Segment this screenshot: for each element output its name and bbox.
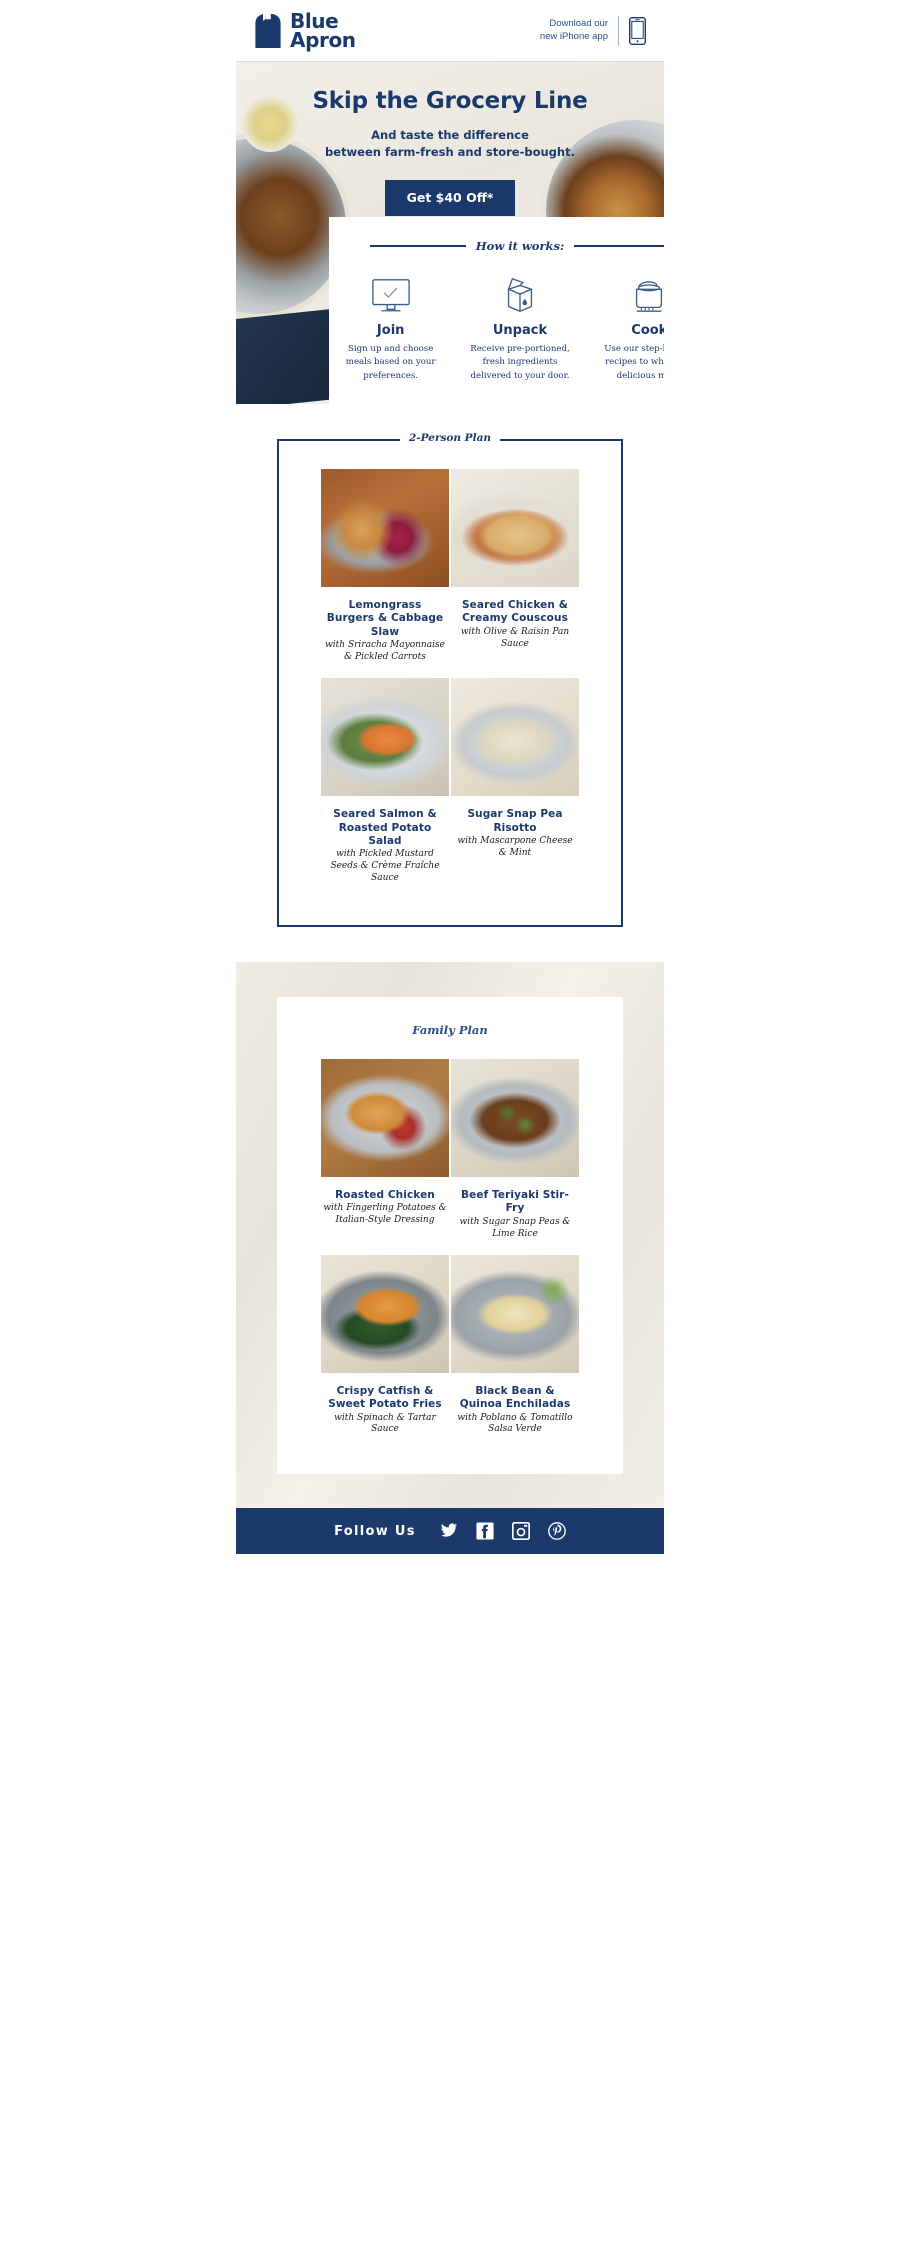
- meal-photo-black-bean-enchiladas[interactable]: [451, 1254, 579, 1373]
- meal-name: Seared Chicken & Creamy Couscous: [462, 599, 568, 625]
- monitor-check-icon: [339, 275, 442, 315]
- meal-name: Sugar Snap Pea Risotto: [467, 808, 563, 834]
- open-box-icon: [468, 275, 571, 315]
- facebook-icon[interactable]: [476, 1522, 494, 1540]
- hero-content: Skip the Grocery Line And taste the diff…: [236, 62, 664, 216]
- download-line-1: Download our: [549, 17, 608, 29]
- meal-photo-seared-chicken-couscous[interactable]: [451, 469, 579, 587]
- meal-description: with Sugar Snap Peas & Lime Rice: [459, 1216, 571, 1239]
- meal-description: with Olive & Raisin Pan Sauce: [460, 626, 570, 649]
- two-person-plan-box: 2-Person Plan Lemongrass Burgers & Cabba…: [277, 432, 623, 927]
- hero-subtitle-line-2: between farm-fresh and store-bought.: [325, 145, 575, 160]
- meal-photo-snap-pea-risotto[interactable]: [451, 678, 579, 797]
- hero-subtitle-line-1: And taste the difference: [371, 128, 529, 142]
- two-person-plan-section: 2-Person Plan Lemongrass Burgers & Cabba…: [236, 432, 664, 927]
- meal-name: Beef Teriyaki Stir-Fry: [461, 1189, 569, 1215]
- how-it-works-heading-row: How it works:: [370, 239, 664, 253]
- family-plan-section: Family Plan Roasted Chicken with Fingerl…: [236, 962, 664, 1509]
- meal-photo-roasted-chicken[interactable]: [321, 1059, 449, 1177]
- email-header: Blue Apron Download our new iPhone app: [236, 0, 664, 62]
- family-plan-card: Family Plan Roasted Chicken with Fingerl…: [277, 997, 623, 1475]
- step-label-cook: Cook: [631, 323, 664, 338]
- meal-description: with Fingerling Potatoes & Italian-Style…: [323, 1203, 447, 1226]
- header-divider: [618, 15, 619, 46]
- family-meal-grid: Roasted Chicken with Fingerling Potatoes…: [277, 1059, 623, 1446]
- meal-description: with Mascarpone Cheese & Mint: [457, 835, 573, 858]
- how-it-works-step-unpack: Unpack Receive pre-portioned, fresh ingr…: [468, 275, 571, 383]
- hero-section: Skip the Grocery Line And taste the diff…: [236, 62, 664, 404]
- instagram-icon[interactable]: [511, 1522, 530, 1541]
- iphone-icon[interactable]: [628, 16, 647, 45]
- step-desc-cook: Use our step-by-step recipes to whip up …: [604, 344, 664, 381]
- how-it-works-steps: Join Sign up and choose meals based on y…: [339, 275, 664, 383]
- meal-card[interactable]: Roasted Chicken with Fingerling Potatoes…: [321, 1059, 449, 1241]
- meal-name: Crispy Catfish & Sweet Potato Fries: [328, 1384, 442, 1411]
- two-person-meal-grid: Lemongrass Burgers & Cabbage Slaw with S…: [279, 469, 621, 895]
- meal-photo-lemongrass-burger[interactable]: [321, 469, 449, 587]
- pinterest-icon[interactable]: [547, 1522, 566, 1541]
- logo-line-2: Apron: [290, 27, 356, 52]
- header-app-promo[interactable]: Download our new iPhone app: [540, 15, 647, 46]
- get-40-off-button[interactable]: Get $40 Off*: [384, 179, 516, 216]
- meal-photo-seared-salmon[interactable]: [321, 678, 449, 797]
- how-it-works-card: How it works: Join Sign up and choose me…: [329, 217, 664, 404]
- meal-description: with Pickled Mustard Seeds & Crème Fraîc…: [330, 849, 440, 884]
- rule-left: [370, 245, 466, 247]
- twitter-icon[interactable]: [440, 1522, 458, 1540]
- step-desc-join: Sign up and choose meals based on your p…: [345, 344, 436, 381]
- step-label-unpack: Unpack: [492, 323, 548, 338]
- meal-card[interactable]: Crispy Catfish & Sweet Potato Fries with…: [321, 1254, 449, 1437]
- meal-description: with Poblano & Tomatillo Salsa Verde: [457, 1412, 573, 1435]
- hero-subtitle: And taste the difference between farm-fr…: [236, 127, 664, 162]
- hero-title: Skip the Grocery Line: [312, 88, 588, 114]
- meal-description: with Sriracha Mayonnaise & Pickled Carro…: [325, 640, 445, 663]
- rule-right: [574, 245, 664, 247]
- family-plan-legend: Family Plan: [412, 1023, 488, 1037]
- meal-card[interactable]: Black Bean & Quinoa Enchiladas with Pobl…: [451, 1254, 579, 1437]
- download-line-2: new iPhone app: [539, 30, 608, 42]
- email-footer: Follow Us: [236, 1508, 664, 1555]
- two-person-plan-legend: 2-Person Plan: [399, 432, 501, 444]
- meal-card[interactable]: Sugar Snap Pea Risotto with Mascarpone C…: [451, 678, 579, 885]
- how-it-works-heading: How it works:: [475, 239, 565, 253]
- download-app-text: Download our new iPhone app: [540, 18, 608, 44]
- step-desc-unpack: Receive pre-portioned, fresh ingredients…: [470, 344, 570, 381]
- meal-photo-beef-teriyaki[interactable]: [451, 1059, 579, 1177]
- social-links: [440, 1522, 566, 1541]
- how-it-works-step-join: Join Sign up and choose meals based on y…: [339, 275, 442, 383]
- cooking-pot-icon: [598, 275, 664, 315]
- meal-card[interactable]: Seared Chicken & Creamy Couscous with Ol…: [451, 469, 579, 664]
- meal-description: with Spinach & Tartar Sauce: [334, 1412, 436, 1435]
- meal-name: Black Bean & Quinoa Enchiladas: [459, 1384, 571, 1411]
- meal-name: Seared Salmon & Roasted Potato Salad: [333, 808, 437, 847]
- follow-us-label: Follow Us: [334, 1523, 416, 1539]
- meal-card[interactable]: Beef Teriyaki Stir-Fry with Sugar Snap P…: [451, 1059, 579, 1241]
- email-page: Blue Apron Download our new iPhone app S…: [0, 0, 900, 1555]
- logo-wordmark: Blue Apron: [290, 11, 356, 52]
- how-it-works-step-cook: Cook Use our step-by-step recipes to whi…: [598, 275, 664, 383]
- step-label-join: Join: [376, 323, 405, 338]
- meal-photo-crispy-catfish[interactable]: [321, 1254, 449, 1373]
- meal-card[interactable]: Lemongrass Burgers & Cabbage Slaw with S…: [321, 469, 449, 664]
- blue-apron-logo[interactable]: Blue Apron: [254, 11, 356, 52]
- family-plan-bottom-spacer: [236, 1474, 664, 1508]
- meal-name: Lemongrass Burgers & Cabbage Slaw: [326, 599, 444, 638]
- meal-card[interactable]: Seared Salmon & Roasted Potato Salad wit…: [321, 678, 449, 885]
- meal-name: Roasted Chicken: [335, 1189, 435, 1201]
- apron-icon: [254, 13, 282, 48]
